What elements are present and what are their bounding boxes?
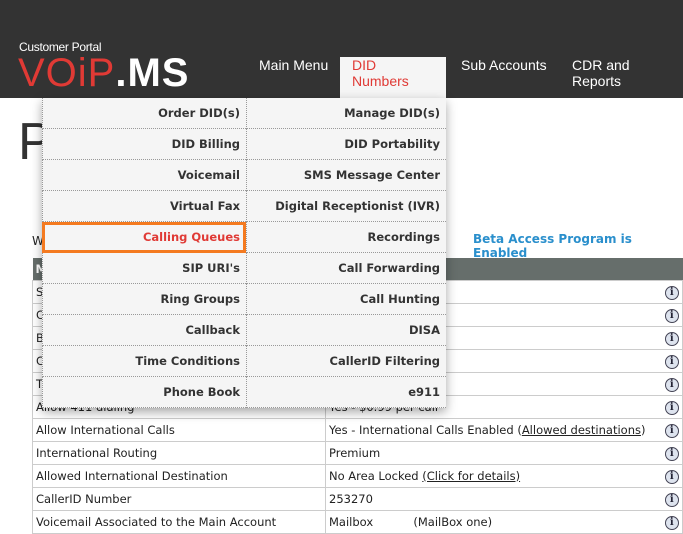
voipms-logo[interactable]: VOiP.MS [18, 53, 189, 93]
nav-did-numbers[interactable]: DID Numbers [340, 57, 446, 98]
info-icon[interactable]: i [664, 446, 679, 461]
table-row: Voicemail Associated to the Main Account… [32, 509, 683, 534]
menu-item-recordings[interactable]: Recordings [246, 222, 446, 253]
row-value: 253270 [325, 486, 659, 511]
nav-cdr-reports[interactable]: CDR and Reports [560, 57, 683, 98]
row-label: Allow International Calls [32, 417, 326, 442]
menu-item-manage-did-s[interactable]: Manage DID(s) [246, 98, 446, 129]
table-row: Allowed International Destination No Area… [32, 463, 683, 488]
menu-item-callback[interactable]: Callback [42, 315, 246, 346]
beta-access-link[interactable]: Beta Access Program is Enabled [473, 232, 683, 260]
info-icon[interactable]: i [664, 331, 679, 346]
menu-item-sip-uri-s[interactable]: SIP URI's [42, 253, 246, 284]
menu-item-callerid-filtering[interactable]: CallerID Filtering [246, 346, 446, 377]
menu-item-phone-book[interactable]: Phone Book [42, 377, 246, 408]
nav-main-menu[interactable]: Main Menu [247, 57, 340, 98]
row-value: Yes - International Calls Enabled (Allow… [325, 417, 659, 442]
menu-item-voicemail[interactable]: Voicemail [42, 160, 246, 191]
menu-item-ring-groups[interactable]: Ring Groups [42, 284, 246, 315]
menu-item-did-billing[interactable]: DID Billing [42, 129, 246, 160]
menu-item-virtual-fax[interactable]: Virtual Fax [42, 191, 246, 222]
info-icon[interactable]: i [664, 469, 679, 484]
details-link[interactable]: Allowed destinations [522, 423, 641, 437]
info-icon[interactable]: i [664, 354, 679, 369]
top-header: Customer Portal VOiP.MS Main Menu DID Nu… [0, 0, 683, 98]
menu-item-digital-receptionist-ivr[interactable]: Digital Receptionist (IVR) [246, 191, 446, 222]
info-icon[interactable]: i [664, 515, 679, 530]
menu-item-did-portability[interactable]: DID Portability [246, 129, 446, 160]
row-value: Mailbox (MailBox one) [325, 509, 659, 534]
menu-item-order-did-s[interactable]: Order DID(s) [42, 98, 246, 129]
details-link[interactable]: (Click for details) [422, 469, 520, 483]
menu-item-call-forwarding[interactable]: Call Forwarding [246, 253, 446, 284]
menu-item-call-hunting[interactable]: Call Hunting [246, 284, 446, 315]
table-row: CallerID Number 253270 i [32, 486, 683, 511]
nav-sub-accounts[interactable]: Sub Accounts [449, 57, 559, 98]
menu-item-calling-queues[interactable]: Calling Queues [42, 222, 246, 253]
info-icon[interactable]: i [664, 308, 679, 323]
info-icon[interactable]: i [664, 492, 679, 507]
info-icon[interactable]: i [664, 400, 679, 415]
row-label: Voicemail Associated to the Main Account [32, 509, 326, 534]
row-label: CallerID Number [32, 486, 326, 511]
menu-item-time-conditions[interactable]: Time Conditions [42, 346, 246, 377]
table-row: Allow International Calls Yes - Internati… [32, 417, 683, 442]
info-icon[interactable]: i [664, 285, 679, 300]
row-value: Premium [325, 440, 659, 465]
menu-item-sms-message-center[interactable]: SMS Message Center [246, 160, 446, 191]
row-label: Allowed International Destination [32, 463, 326, 488]
menu-item-e911[interactable]: e911 [246, 377, 446, 408]
did-numbers-dropdown: Order DID(s) Manage DID(s) DID Billing DID … [42, 98, 446, 408]
table-row: International Routing Premium i [32, 440, 683, 465]
row-value: No Area Locked (Click for details) [325, 463, 659, 488]
info-icon[interactable]: i [664, 377, 679, 392]
menu-item-disa[interactable]: DISA [246, 315, 446, 346]
row-label: International Routing [32, 440, 326, 465]
info-icon[interactable]: i [664, 423, 679, 438]
